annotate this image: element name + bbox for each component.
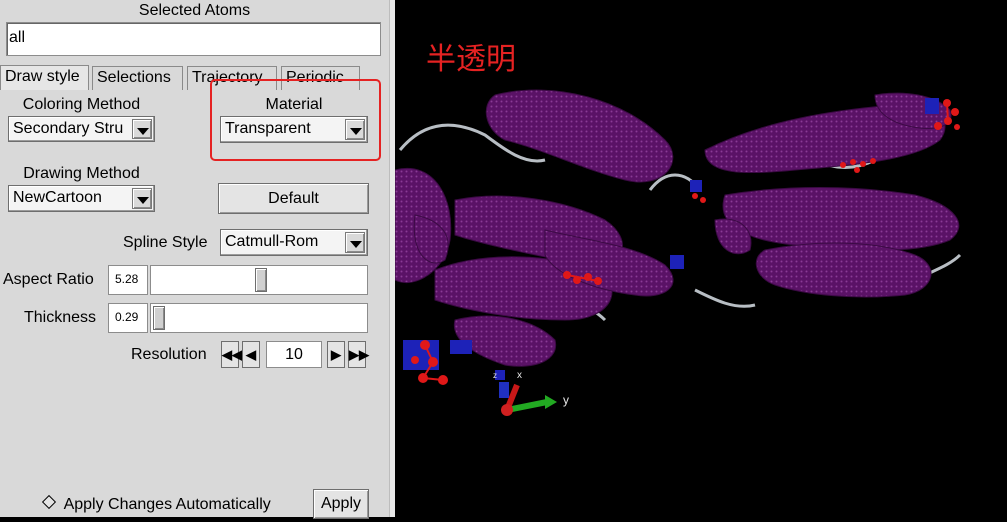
spline-style-select[interactable]: Catmull-Rom bbox=[220, 229, 368, 256]
radio-diamond-icon[interactable] bbox=[41, 494, 57, 510]
thickness-slider[interactable] bbox=[150, 303, 368, 333]
axis-y-label: y bbox=[563, 393, 569, 407]
default-button[interactable]: Default bbox=[218, 183, 369, 214]
apply-button[interactable]: Apply bbox=[313, 489, 369, 519]
representation-tabs: Draw style Selections Trajectory Periodi… bbox=[0, 65, 389, 90]
chevron-down-icon[interactable] bbox=[345, 232, 365, 253]
material-value: Transparent bbox=[225, 120, 311, 137]
selected-atoms-label: Selected Atoms bbox=[138, 2, 251, 19]
chevron-down-icon[interactable] bbox=[345, 119, 365, 140]
axis-x-label: x bbox=[517, 370, 522, 381]
spline-style-value: Catmull-Rom bbox=[225, 233, 319, 250]
annotation-label: 半透明 bbox=[426, 42, 516, 77]
thickness-label: Thickness bbox=[24, 309, 97, 326]
step-back-button[interactable]: ◀ bbox=[242, 341, 260, 368]
protein-helices bbox=[394, 89, 674, 367]
graphical-representations-panel: Selected Atoms all Draw style Selections… bbox=[0, 0, 390, 519]
step-forward-button[interactable]: ▶ bbox=[327, 341, 345, 368]
aspect-ratio-label: Aspect Ratio bbox=[3, 271, 94, 288]
rewind-fast-button[interactable]: ◀◀ bbox=[221, 341, 242, 368]
material-label: Material bbox=[265, 96, 323, 113]
forward-fast-button[interactable]: ▶▶ bbox=[348, 341, 369, 368]
tab-draw-style[interactable]: Draw style bbox=[0, 65, 89, 90]
coloring-method-label: Coloring Method bbox=[22, 96, 141, 113]
coloring-method-value: Secondary Stru bbox=[13, 120, 124, 137]
spline-style-label: Spline Style bbox=[123, 234, 208, 251]
apply-changes-automatically-toggle[interactable]: Apply Changes Automatically bbox=[41, 494, 271, 514]
axis-z-label: z bbox=[493, 371, 497, 380]
drawing-method-label: Drawing Method bbox=[23, 165, 140, 182]
protein-helices-right bbox=[704, 92, 960, 298]
resolution-label: Resolution bbox=[131, 346, 207, 363]
tab-trajectory[interactable]: Trajectory bbox=[187, 66, 277, 90]
thickness-value: 0.29 bbox=[108, 303, 148, 333]
chevron-down-icon[interactable] bbox=[132, 188, 152, 209]
aspect-ratio-slider-thumb[interactable] bbox=[255, 268, 267, 292]
drawing-method-select[interactable]: NewCartoon bbox=[8, 185, 155, 212]
resolution-input[interactable]: 10 bbox=[266, 341, 322, 368]
material-select[interactable]: Transparent bbox=[220, 116, 368, 143]
thickness-slider-thumb[interactable] bbox=[153, 306, 165, 330]
aspect-ratio-value: 5.28 bbox=[108, 265, 148, 295]
selected-atoms-input[interactable]: all bbox=[6, 22, 381, 56]
tab-selections[interactable]: Selections bbox=[92, 66, 183, 90]
aspect-ratio-slider[interactable] bbox=[150, 265, 368, 295]
drawing-method-value: NewCartoon bbox=[13, 189, 102, 206]
tab-periodic[interactable]: Periodic bbox=[281, 66, 360, 90]
chevron-down-icon[interactable] bbox=[132, 119, 152, 139]
coloring-method-select[interactable]: Secondary Stru bbox=[8, 116, 155, 142]
selected-atoms-value: all bbox=[9, 29, 26, 46]
